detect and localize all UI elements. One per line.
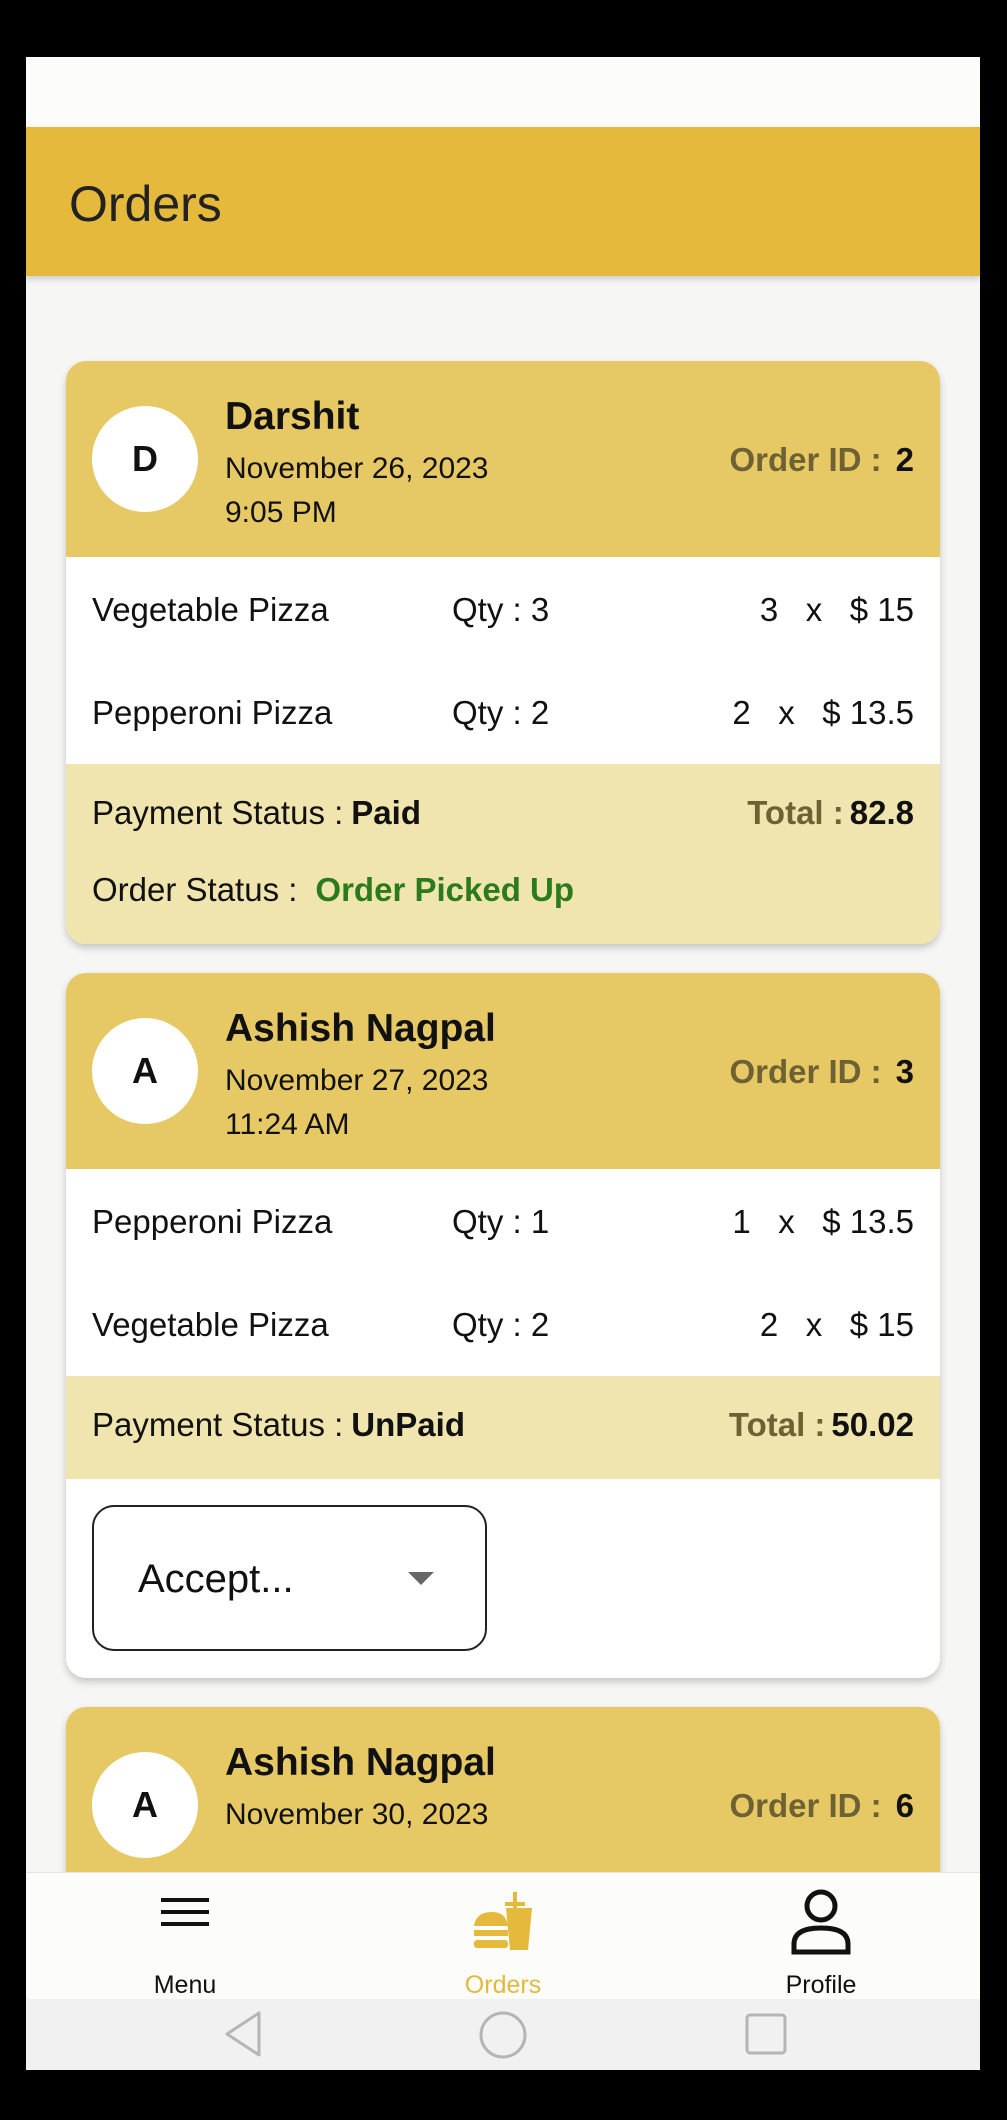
item-name: Vegetable Pizza <box>92 591 329 628</box>
page-title: Orders <box>69 176 222 232</box>
customer-name: Darshit <box>225 395 360 438</box>
order-id: Order ID : 6 <box>729 1787 914 1825</box>
order-card-header: D Darshit November 26, 2023 9:05 PM Orde… <box>66 361 940 557</box>
caret-down-icon <box>408 1572 434 1585</box>
item-name: Pepperoni Pizza <box>92 694 333 731</box>
order-id-label: Order ID : <box>729 441 882 478</box>
dropdown-value: Accept... <box>138 1557 294 1601</box>
nav-profile-label: Profile <box>785 1971 857 1999</box>
payment-status: Payment Status : UnPaid <box>92 1406 465 1444</box>
customer-name: Ashish Nagpal <box>225 1741 496 1784</box>
order-items: Vegetable Pizza Qty : 3 3 x $ 15 Peppero… <box>66 557 940 764</box>
order-id: Order ID : 2 <box>729 441 914 479</box>
order-total: Total :50.02 <box>729 1406 914 1444</box>
list-item: Vegetable Pizza Qty : 3 3 x $ 15 <box>66 581 940 641</box>
order-time: 9:05 PM <box>225 496 337 529</box>
back-icon[interactable] <box>219 2009 269 2059</box>
customer-name: Ashish Nagpal <box>225 1007 496 1050</box>
order-time: 11:24 AM <box>225 1108 350 1141</box>
food-orders-icon <box>474 1892 532 1950</box>
item-qty: Qty : 2 <box>452 694 550 731</box>
order-status: Order Status : Order Picked Up <box>92 871 574 909</box>
order-card-header: A Ashish Nagpal November 30, 2023 Order … <box>66 1707 940 1872</box>
item-price: 1 x $ 13.5 <box>732 1203 914 1240</box>
payment-status: Payment Status : Paid <box>92 794 421 832</box>
menu-icon <box>161 1898 209 1926</box>
order-status-label: Order Status : <box>92 871 298 908</box>
item-qty: Qty : 2 <box>452 1306 550 1343</box>
nav-menu-label: Menu <box>153 1971 217 1999</box>
profile-icon <box>791 1889 851 1955</box>
app-bar: Orders <box>26 127 980 276</box>
avatar: A <box>92 1018 198 1124</box>
order-status-dropdown[interactable]: Accept... <box>92 1505 487 1651</box>
order-id-value: 3 <box>895 1053 914 1090</box>
bottom-nav: Menu Orders Profile <box>26 1872 980 1999</box>
order-card[interactable]: A Ashish Nagpal November 27, 2023 11:24 … <box>66 973 940 1678</box>
order-id: Order ID : 3 <box>729 1053 914 1091</box>
order-date: November 26, 2023 <box>225 452 489 485</box>
avatar: D <box>92 406 198 512</box>
nav-orders[interactable]: Orders <box>344 1873 662 2000</box>
item-name: Pepperoni Pizza <box>92 1203 333 1240</box>
payment-status-label: Payment Status : <box>92 1406 344 1443</box>
order-items: Pepperoni Pizza Qty : 1 1 x $ 13.5 Veget… <box>66 1169 940 1376</box>
order-total: Total :82.8 <box>747 794 914 832</box>
status-bar <box>26 57 980 127</box>
total-label: Total : <box>728 1406 826 1443</box>
payment-status-label: Payment Status : <box>92 794 344 831</box>
total-label: Total : <box>747 794 844 831</box>
order-card[interactable]: D Darshit November 26, 2023 9:05 PM Orde… <box>66 361 940 944</box>
order-date: November 27, 2023 <box>225 1064 489 1097</box>
nav-orders-label: Orders <box>464 1971 542 1999</box>
nav-profile[interactable]: Profile <box>662 1873 980 2000</box>
order-card[interactable]: A Ashish Nagpal November 30, 2023 Order … <box>66 1707 940 1872</box>
list-item: Pepperoni Pizza Qty : 2 2 x $ 13.5 <box>66 684 940 744</box>
order-card-footer: Payment Status : UnPaid Total :50.02 <box>66 1376 940 1479</box>
order-status-value: Order Picked Up <box>315 871 575 908</box>
payment-status-value: UnPaid <box>351 1406 465 1443</box>
list-item: Pepperoni Pizza Qty : 1 1 x $ 13.5 <box>66 1193 940 1253</box>
orders-list[interactable]: D Darshit November 26, 2023 9:05 PM Orde… <box>26 276 980 1872</box>
home-icon[interactable] <box>477 2009 529 2061</box>
app-screen: Orders D Darshit November 26, 2023 9:05 … <box>26 57 980 2070</box>
order-id-value: 2 <box>895 441 914 478</box>
item-price: 3 x $ 15 <box>759 591 914 628</box>
item-price: 2 x $ 15 <box>759 1306 914 1343</box>
order-id-label: Order ID : <box>729 1053 882 1090</box>
total-value: 50.02 <box>831 1406 914 1443</box>
nav-menu[interactable]: Menu <box>26 1873 344 2000</box>
total-value: 82.8 <box>849 794 914 831</box>
order-card-header: A Ashish Nagpal November 27, 2023 11:24 … <box>66 973 940 1169</box>
item-name: Vegetable Pizza <box>92 1306 329 1343</box>
order-date: November 30, 2023 <box>225 1798 489 1831</box>
item-qty: Qty : 3 <box>452 591 550 628</box>
order-id-value: 6 <box>895 1787 914 1824</box>
item-qty: Qty : 1 <box>452 1203 550 1240</box>
avatar: A <box>92 1752 198 1858</box>
order-id-label: Order ID : <box>729 1787 882 1824</box>
payment-status-value: Paid <box>351 794 421 831</box>
order-card-footer: Payment Status : Paid Total :82.8 Order S… <box>66 764 940 944</box>
system-nav-bar <box>26 1999 980 2070</box>
list-item: Vegetable Pizza Qty : 2 2 x $ 15 <box>66 1296 940 1356</box>
item-price: 2 x $ 13.5 <box>732 694 914 731</box>
recents-icon[interactable] <box>741 2009 791 2059</box>
